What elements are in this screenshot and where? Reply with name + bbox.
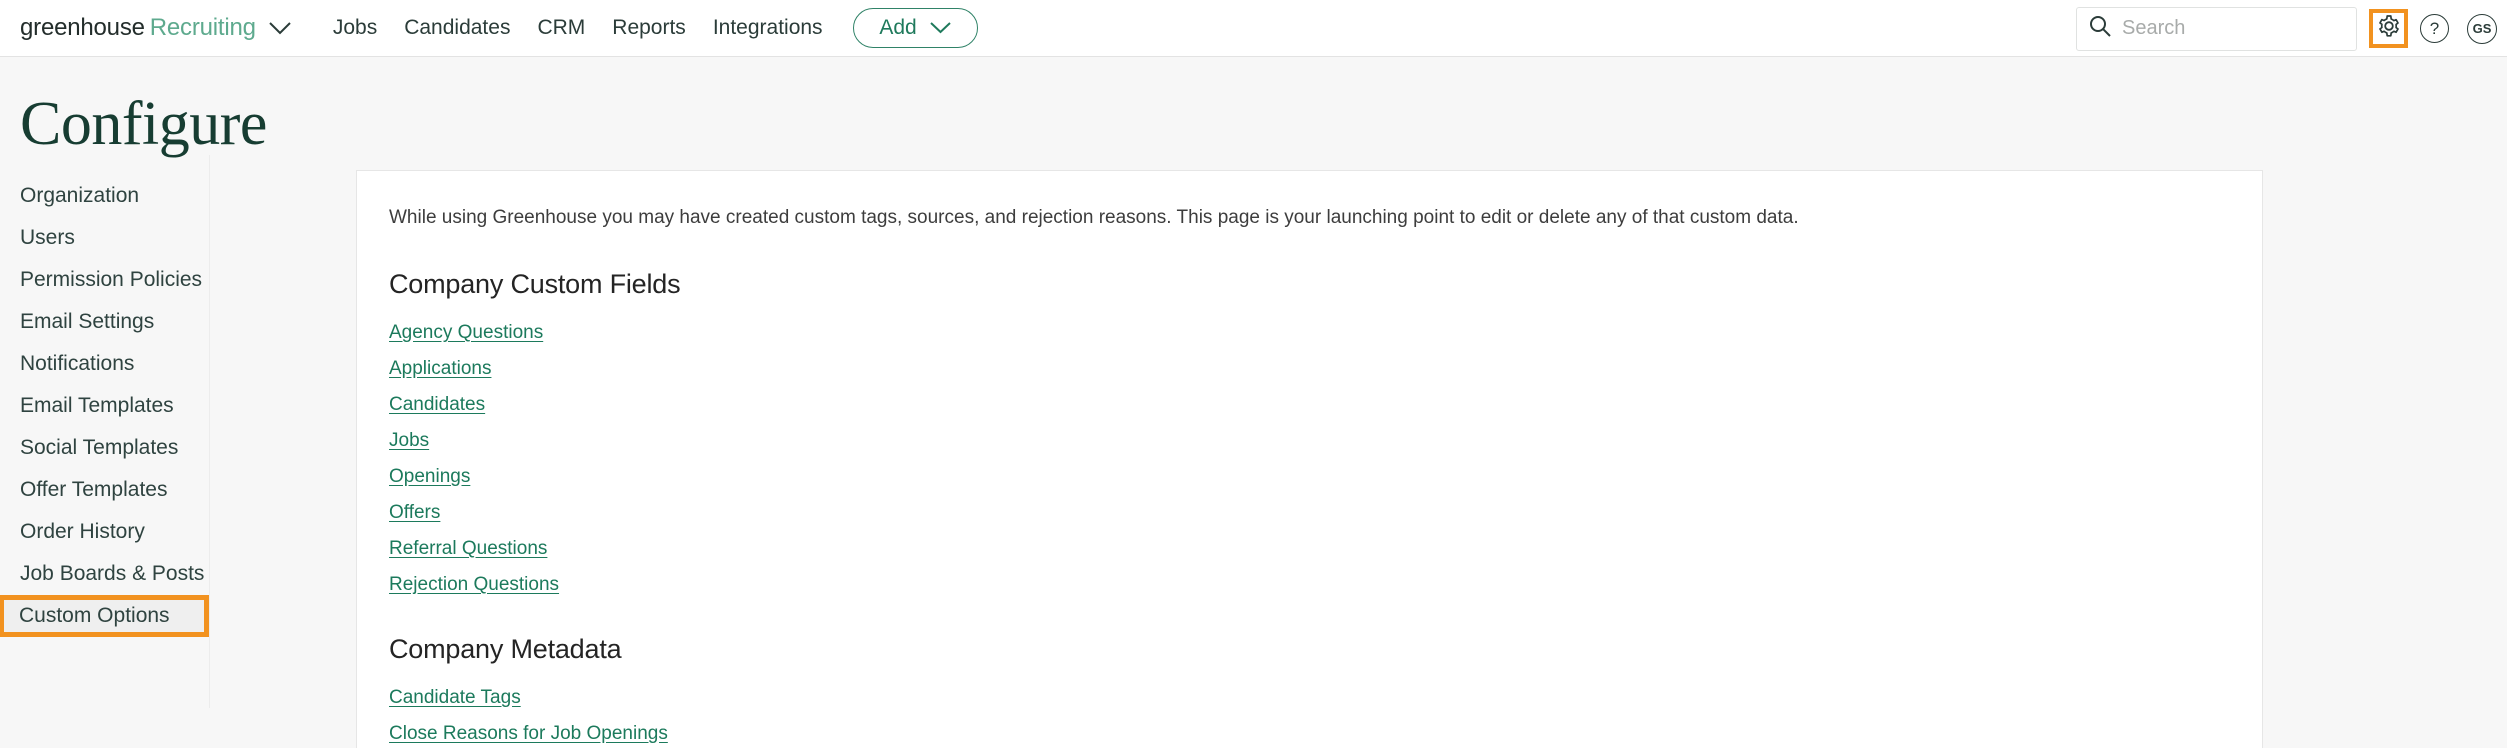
link-referral-questions[interactable]: Referral Questions [389, 538, 547, 560]
link-jobs[interactable]: Jobs [389, 430, 429, 452]
brand-name-primary: greenhouse [20, 14, 145, 41]
settings-gear-button[interactable] [2369, 9, 2408, 48]
top-navigation-bar: greenhouse Recruiting Jobs Candidates CR… [0, 0, 2507, 57]
search-icon [2089, 15, 2111, 42]
brand-name-secondary: Recruiting [149, 14, 256, 41]
question-mark-glyph: ? [2429, 18, 2440, 38]
link-candidate-tags[interactable]: Candidate Tags [389, 687, 521, 709]
link-agency-questions[interactable]: Agency Questions [389, 322, 543, 344]
sidebar-item-order-history[interactable]: Order History [0, 511, 209, 553]
chevron-down-icon [930, 16, 951, 40]
sidebar-item-offer-templates[interactable]: Offer Templates [0, 469, 209, 511]
gear-icon [2377, 14, 2401, 43]
chevron-down-icon[interactable] [269, 21, 291, 35]
add-button-label: Add [879, 16, 917, 39]
company-metadata-links: Candidate Tags Close Reasons for Job Ope… [389, 687, 2230, 748]
sidebar-item-social-templates[interactable]: Social Templates [0, 427, 209, 469]
section-title: Company Custom Fields [389, 269, 681, 299]
section-company-custom-fields: Company Custom Fields Agency Questions A… [389, 269, 2230, 596]
search-box[interactable] [2076, 6, 2357, 51]
avatar-initials: GS [2472, 21, 2492, 36]
sidebar-item-email-templates[interactable]: Email Templates [0, 385, 209, 427]
avatar[interactable]: GS [2467, 13, 2497, 44]
section-title: Company Metadata [389, 634, 622, 664]
sidebar-item-email-settings[interactable]: Email Settings [0, 301, 209, 343]
link-offers[interactable]: Offers [389, 502, 440, 524]
link-openings[interactable]: Openings [389, 466, 470, 488]
top-bar-right-controls: ? GS [2076, 0, 2497, 57]
page-body: Organization Users Permission Policies E… [0, 155, 2507, 748]
link-applications[interactable]: Applications [389, 358, 491, 380]
sidebar-item-organization[interactable]: Organization [0, 175, 209, 217]
sidebar-item-users[interactable]: Users [0, 217, 209, 259]
help-icon[interactable]: ? [2420, 14, 2449, 43]
custom-options-card: While using Greenhouse you may have crea… [356, 170, 2263, 748]
add-button[interactable]: Add [852, 8, 978, 48]
search-input[interactable] [2122, 17, 2344, 40]
main-content-area: While using Greenhouse you may have crea… [210, 155, 2507, 748]
page-title: Configure [20, 90, 267, 158]
sidebar-item-custom-options[interactable]: Custom Options [0, 595, 209, 637]
nav-item-candidates[interactable]: Candidates [404, 16, 510, 40]
link-rejection-questions[interactable]: Rejection Questions [389, 574, 559, 596]
link-candidates[interactable]: Candidates [389, 394, 485, 416]
nav-item-integrations[interactable]: Integrations [713, 16, 823, 40]
section-company-metadata: Company Metadata Candidate Tags Close Re… [389, 634, 2230, 748]
primary-nav: Jobs Candidates CRM Reports Integrations [333, 16, 823, 40]
sidebar-item-job-boards-and-posts[interactable]: Job Boards & Posts [0, 553, 209, 595]
link-close-reasons-for-job-openings[interactable]: Close Reasons for Job Openings [389, 723, 668, 745]
nav-item-jobs[interactable]: Jobs [333, 16, 377, 40]
card-intro-text: While using Greenhouse you may have crea… [389, 207, 1799, 228]
nav-item-crm[interactable]: CRM [537, 16, 585, 40]
company-custom-fields-links: Agency Questions Applications Candidates… [389, 322, 2230, 596]
brand-logo[interactable]: greenhouse Recruiting [20, 14, 291, 42]
configure-sidebar: Organization Users Permission Policies E… [0, 155, 210, 708]
sidebar-item-permission-policies[interactable]: Permission Policies [0, 259, 209, 301]
sidebar-item-notifications[interactable]: Notifications [0, 343, 209, 385]
nav-item-reports[interactable]: Reports [612, 16, 686, 40]
